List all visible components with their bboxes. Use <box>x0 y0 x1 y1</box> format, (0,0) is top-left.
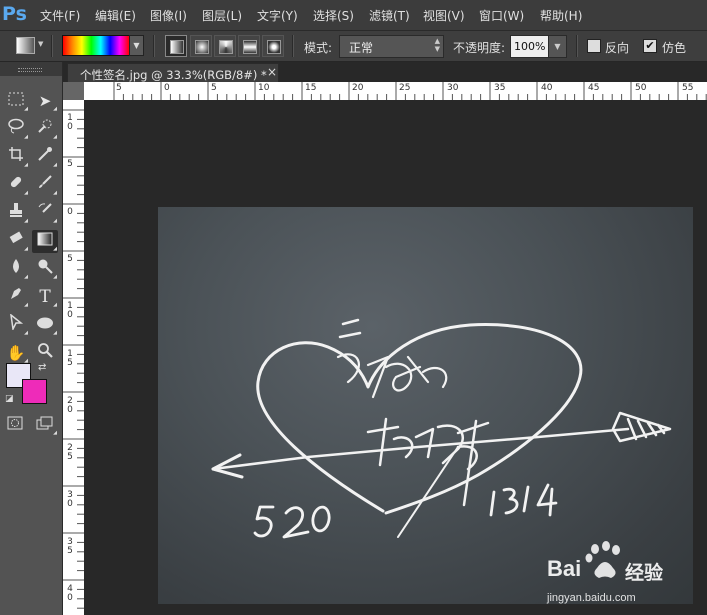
menu-help[interactable]: 帮助(H) <box>540 7 582 24</box>
type-tool-icon[interactable]: T ◢ <box>32 286 58 309</box>
tool-preset-picker[interactable]: ▼ <box>6 35 46 55</box>
ruler-label: 5 <box>67 254 73 264</box>
radial-gradient-button[interactable] <box>190 35 212 57</box>
crop-tool-icon[interactable]: ◢ <box>3 146 29 169</box>
horizontal-ruler[interactable]: 5 0 5 10 15 20 25 30 35 40 45 50 55 <box>84 82 707 100</box>
gradient-tool-icon[interactable]: ◢ <box>32 230 58 253</box>
vertical-ruler[interactable]: 1 0 5 0 5 1 0 1 5 2 0 2 5 3 0 3 5 4 0 <box>63 100 84 615</box>
ruler-label: 5 <box>116 83 122 93</box>
ruler-label: 3 0 <box>67 490 73 509</box>
document-title: 个性签名.jpg @ 33.3%(RGB/8#) * <box>80 68 267 82</box>
toolbox-grip[interactable] <box>0 62 62 76</box>
dither-label: 仿色 <box>662 41 687 55</box>
watermark-brand: Bai <box>547 556 582 581</box>
ruler-label: 5 <box>211 83 217 93</box>
menu-bar: Ps 文件(F) 编辑(E) 图像(I) 图层(L) 文字(Y) 选择(S) 滤… <box>0 0 707 31</box>
ruler-label: 30 <box>447 83 459 93</box>
mode-label: 模式: <box>304 41 333 55</box>
options-bar: ▼ ▼ 模式: 正常 ▲ ▼ 不透明度: 100% ▼ 反向 ✔ 仿色 <box>0 31 707 62</box>
divider <box>51 35 53 57</box>
ruler-label: 15 <box>305 83 317 93</box>
swap-colors-icon[interactable]: ⇄ <box>38 362 46 373</box>
gradient-dropdown-button[interactable]: ▼ <box>129 35 144 56</box>
angle-gradient-button[interactable] <box>214 35 236 57</box>
ruler-label: 2 5 <box>67 443 73 462</box>
ruler-label: 20 <box>352 83 364 93</box>
photoshop-logo: Ps <box>2 3 27 25</box>
baidu-jingyan-watermark: Bai 经验 jingyan.baidu.com <box>545 540 705 610</box>
ruler-label: 45 <box>588 83 600 93</box>
menu-layer[interactable]: 图层(L) <box>202 7 242 24</box>
watermark-url: jingyan.baidu.com <box>547 592 636 604</box>
mode-value: 正常 <box>349 41 374 55</box>
mode-select[interactable]: 正常 ▲ ▼ <box>339 35 444 58</box>
menu-view[interactable]: 视图(V) <box>423 7 465 24</box>
eyedropper-tool-icon[interactable]: ◢ <box>32 146 58 169</box>
gradient-tool-icon <box>16 37 35 54</box>
ruler-label: 25 <box>399 83 411 93</box>
ruler-label: 10 <box>258 83 270 93</box>
ruler-label: 1 0 <box>67 113 73 132</box>
menu-image[interactable]: 图像(I) <box>150 7 187 24</box>
pen-tool-icon[interactable]: ◢ <box>3 286 29 309</box>
gradient-picker[interactable] <box>62 35 130 56</box>
opacity-dropdown-button[interactable]: ▼ <box>548 35 567 58</box>
reverse-checkbox[interactable] <box>587 39 601 53</box>
dither-checkbox[interactable]: ✔ <box>643 39 657 53</box>
brush-tool-icon[interactable]: ◢ <box>32 174 58 197</box>
healing-brush-tool-icon[interactable]: ◢ <box>3 174 29 197</box>
ruler-label: 1 5 <box>67 349 73 368</box>
move-tool-icon[interactable]: ➤ ◢ <box>32 90 58 113</box>
menu-window[interactable]: 窗口(W) <box>479 7 524 24</box>
opacity-label: 不透明度: <box>453 41 506 55</box>
menu-edit[interactable]: 编辑(E) <box>95 7 136 24</box>
menu-select[interactable]: 选择(S) <box>313 7 354 24</box>
ellipse-tool-icon[interactable]: ◢ <box>32 314 58 337</box>
ruler-origin[interactable] <box>63 82 84 100</box>
lasso-tool-icon[interactable]: ◢ <box>3 118 29 141</box>
default-colors-icon[interactable]: ◪ <box>5 394 14 404</box>
divider <box>153 35 155 57</box>
linear-gradient-button[interactable] <box>165 35 187 57</box>
menu-file[interactable]: 文件(F) <box>40 7 80 24</box>
document-tab-bar: 个性签名.jpg @ 33.3%(RGB/8#) * × <box>63 62 707 83</box>
eraser-tool-icon[interactable]: ◢ <box>3 230 29 253</box>
ruler-label: 5 <box>67 159 73 169</box>
document-tab[interactable]: 个性签名.jpg @ 33.3%(RGB/8#) * × <box>67 63 279 83</box>
watermark-brand-cn: 经验 <box>625 562 664 584</box>
ruler-label: 2 0 <box>67 396 73 415</box>
background-color-swatch[interactable] <box>22 379 47 404</box>
blur-tool-icon[interactable]: ◢ <box>3 258 29 281</box>
ruler-label: 40 <box>541 83 553 93</box>
reverse-label: 反向 <box>605 41 630 55</box>
ruler-label: 0 <box>67 207 73 217</box>
reflected-gradient-button[interactable] <box>238 35 260 57</box>
menu-type[interactable]: 文字(Y) <box>257 7 298 24</box>
diamond-gradient-button[interactable] <box>262 35 284 57</box>
ruler-label: 35 <box>494 83 506 93</box>
history-brush-tool-icon[interactable]: ◢ <box>32 202 58 225</box>
quick-selection-tool-icon[interactable]: ◢ <box>32 118 58 141</box>
path-selection-tool-icon[interactable]: ◢ <box>3 313 29 337</box>
dodge-tool-icon[interactable]: ◢ <box>32 258 58 281</box>
marquee-tool-icon[interactable]: ◢ <box>3 90 29 113</box>
menu-filter[interactable]: 滤镜(T) <box>369 7 410 24</box>
updown-icon: ▲ ▼ <box>434 37 440 53</box>
toolbox: ◢ ➤ ◢ ◢ ◢ ◢ ◢ ◢ ◢ ◢ ◢ ◢ ◢ ◢ ◢ ◢ T ◢ ◢ ◢ ✋ ◢… <box>0 62 63 615</box>
quick-mask-icon[interactable] <box>2 414 28 437</box>
opacity-input[interactable]: 100% <box>510 35 551 58</box>
ruler-label: 50 <box>635 83 647 93</box>
screen-mode-icon[interactable]: ◢ <box>32 414 58 437</box>
divider <box>576 35 578 57</box>
ruler-label: 3 5 <box>67 537 73 556</box>
chevron-down-icon: ▼ <box>38 40 44 48</box>
ruler-label: 1 0 <box>67 301 73 320</box>
clone-stamp-tool-icon[interactable]: ◢ <box>3 202 29 225</box>
divider <box>292 35 294 57</box>
hand-tool-icon[interactable]: ✋ ◢ <box>3 342 29 365</box>
ruler-label: 0 <box>164 83 170 93</box>
close-icon[interactable]: × <box>267 65 277 79</box>
ruler-label: 55 <box>682 83 694 93</box>
ruler-label: 4 0 <box>67 584 73 603</box>
